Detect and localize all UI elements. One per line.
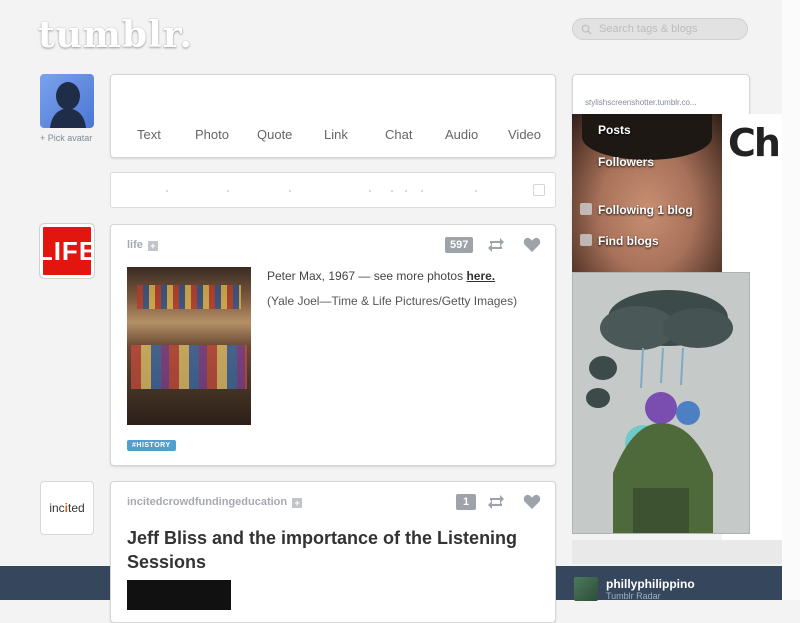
sidebar-link-label: Find blogs (598, 234, 659, 248)
sidebar-link-label: Followers (598, 155, 655, 169)
photo-credit: (Yale Joel—Time & Life Pictures/Getty Im… (267, 294, 518, 308)
sidebar-link-posts[interactable]: Posts (580, 123, 631, 137)
sidebar-link-find-blogs[interactable]: Find blogs (580, 234, 659, 248)
post-type-selector: Text Photo Quote Link Chat Audio Video (110, 74, 556, 158)
overlay-photo: Chic3C Posts Followers Following 1 blog … (572, 114, 782, 554)
scrollbar-gutter[interactable] (782, 0, 800, 600)
silhouette-icon (50, 82, 86, 128)
post-caption: Peter Max, 1967 — see more photos here. (267, 269, 495, 283)
post-type-link[interactable]: Link (324, 127, 348, 142)
sidebar-link-label: Posts (598, 123, 631, 137)
reblog-icon[interactable] (487, 237, 505, 253)
storm-cloud-art (586, 290, 733, 533)
search-input[interactable] (597, 22, 741, 36)
post-card: incitedcrowdfundingeducation + 1 Jeff Bli… (110, 481, 556, 623)
pick-avatar-link[interactable]: + Pick avatar (40, 133, 92, 143)
photo-ceiling-art (137, 285, 241, 309)
separator-dot (391, 190, 393, 192)
incited-logo-text-c: ted (68, 501, 85, 515)
search-box[interactable] (572, 18, 748, 40)
blog-avatar-incited[interactable]: inc i ted (40, 481, 94, 535)
blog-avatar-life[interactable]: LIFE (37, 223, 96, 279)
sidebar-link-followers[interactable]: Followers (580, 155, 654, 169)
person-icon (580, 203, 592, 215)
photo-wall-art (131, 345, 247, 389)
separator-dot (369, 190, 371, 192)
post-photo[interactable] (127, 267, 251, 425)
sidebar-link-following[interactable]: Following 1 blog (580, 203, 693, 217)
post-video-thumbnail[interactable] (127, 580, 231, 610)
separator-dot (405, 190, 407, 192)
separator-dot (475, 190, 477, 192)
post-type-audio[interactable]: Audio (445, 127, 478, 142)
storm-cloud-illustration[interactable] (572, 272, 750, 534)
reblog-icon[interactable] (487, 494, 505, 510)
overlay-side-text: Chic3C (728, 121, 782, 165)
post-type-text[interactable]: Text (137, 127, 161, 142)
search-icon (581, 24, 592, 35)
notes-count-badge[interactable]: 1 (456, 494, 476, 510)
user-avatar[interactable] (40, 74, 94, 128)
tag-icon[interactable] (533, 184, 545, 196)
post-card: life + 597 Peter Max, 1967 — see more pho… (110, 224, 556, 466)
separator-dot (227, 190, 229, 192)
heart-icon[interactable] (523, 237, 541, 253)
follow-plus-icon[interactable]: + (292, 498, 303, 508)
post-type-chat[interactable]: Chat (385, 127, 412, 142)
blog-name-link[interactable]: life (127, 239, 143, 251)
post-type-quote[interactable]: Quote (257, 127, 292, 142)
overlay-hair (582, 114, 712, 160)
caption-text: Peter Max, 1967 — see more photos (267, 269, 467, 283)
tumblr-logo[interactable]: tumblr. (38, 14, 193, 56)
post-blog-name: life + (127, 239, 158, 251)
separator-dot (289, 190, 291, 192)
post-type-video[interactable]: Video (508, 127, 541, 142)
separator-dot (166, 190, 168, 192)
dashboard-filter-bar[interactable] (110, 172, 556, 208)
post-type-photo[interactable]: Photo (195, 127, 229, 142)
find-blogs-icon (580, 234, 592, 246)
sidebar-blog-url[interactable]: stylishscreenshotter.tumblr.co... (585, 98, 697, 107)
incited-logo-text-a: inc (49, 501, 65, 515)
radar-profile[interactable]: phillyphilippino Tumblr Radar (574, 577, 695, 601)
heart-icon[interactable] (523, 494, 541, 510)
notes-count-badge[interactable]: 597 (445, 237, 474, 253)
overlay-toolbar (572, 540, 782, 564)
separator-dot (421, 190, 423, 192)
post-blog-name: incitedcrowdfundingeducation + (127, 496, 303, 508)
post-title[interactable]: Jeff Bliss and the importance of the Lis… (127, 526, 537, 574)
radar-avatar[interactable] (574, 577, 598, 601)
sidebar-link-label: Following 1 blog (598, 203, 693, 217)
post-tag[interactable]: #HISTORY (127, 440, 176, 451)
follow-plus-icon[interactable]: + (147, 241, 158, 251)
blog-name-link[interactable]: incitedcrowdfundingeducation (127, 496, 287, 508)
radar-blog-name[interactable]: phillyphilippino (606, 577, 695, 591)
see-more-link[interactable]: here. (466, 269, 495, 283)
